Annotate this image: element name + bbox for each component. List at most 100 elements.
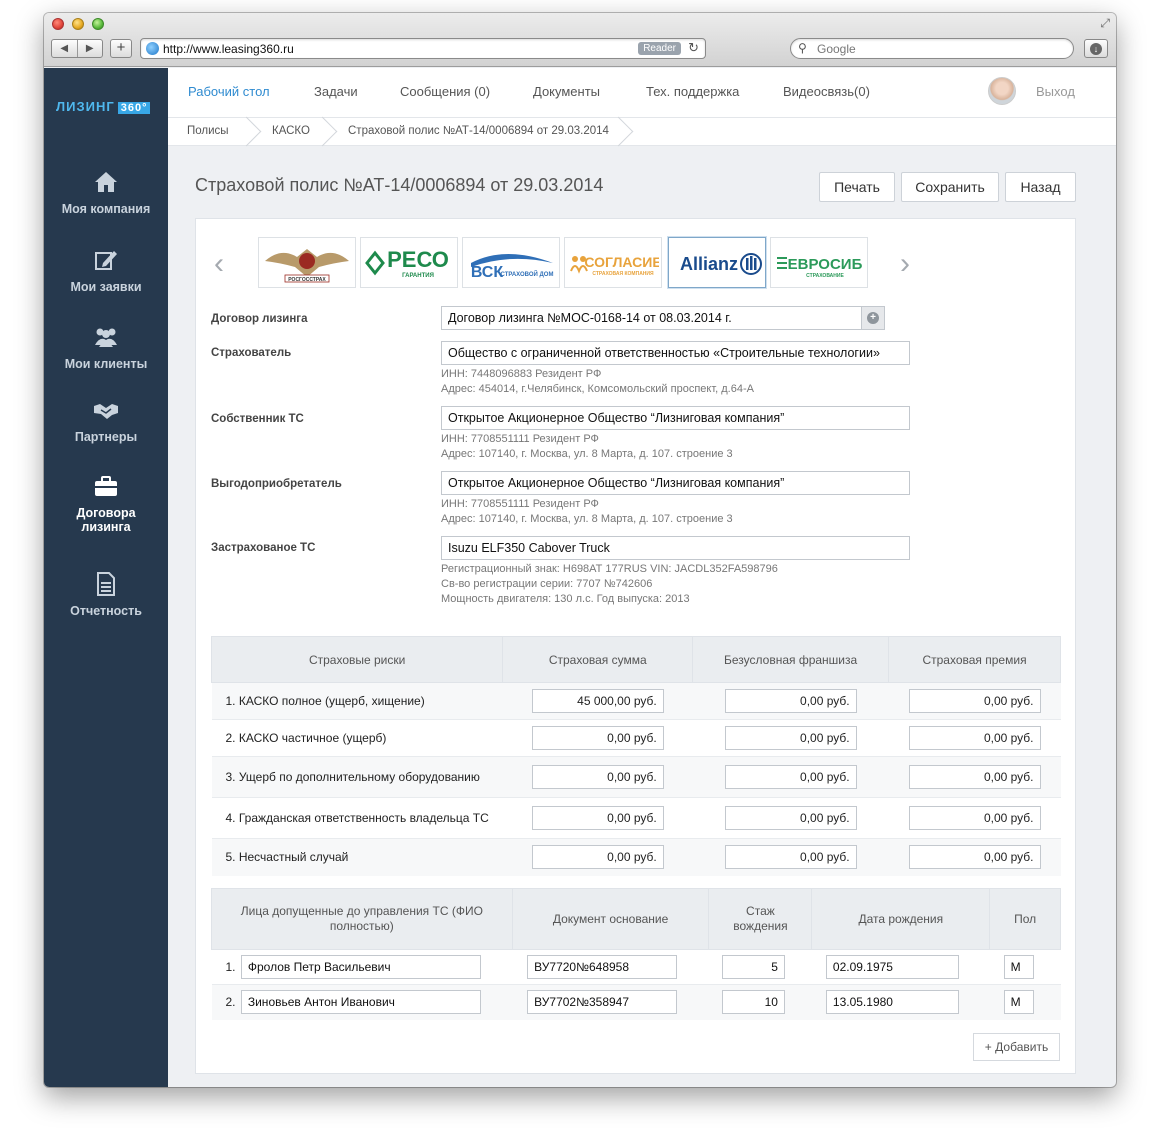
edit-icon — [95, 251, 117, 270]
sum-input[interactable]: 45 000,00 руб. — [531, 689, 664, 713]
sidebar-item-my-clients[interactable]: Мои клиенты — [44, 325, 168, 371]
nav-tasks[interactable]: Задачи — [314, 84, 358, 99]
fullscreen-icon[interactable]: ⤢ — [1100, 16, 1110, 31]
nav-support[interactable]: Тех. поддержка — [646, 84, 739, 99]
premium-input[interactable]: 0,00 руб. — [908, 845, 1041, 870]
lease-contract-field[interactable]: Договор лизинга №МОС-0168-14 от 08.03.20… — [441, 306, 862, 330]
allianz-logo-icon: Allianz — [680, 252, 762, 275]
svg-text:ВСК: ВСК — [471, 264, 504, 281]
sum-input[interactable]: 0,00 руб. — [531, 845, 664, 870]
nav-messages[interactable]: Сообщения (0) — [400, 84, 490, 99]
sidebar-item-reports[interactable]: Отчетность — [44, 572, 168, 618]
insurer-logo-soglasie[interactable]: СОГЛАСИЕ СТРАХОВАЯ КОМПАНИЯ — [564, 237, 662, 288]
sex-input[interactable]: М — [1003, 990, 1034, 1015]
vehicle-owner-field[interactable]: Открытое Акционерное Общество “Лизнигова… — [441, 406, 910, 430]
risks-table: Страховые риски Страховая сумма Безуслов… — [210, 636, 1061, 876]
sum-input[interactable]: 0,00 руб. — [531, 765, 664, 789]
forward-arrow-icon[interactable]: ▶ — [76, 40, 103, 57]
sidebar-item-my-company[interactable]: Моя компания — [44, 170, 168, 216]
address-bar[interactable]: http://www.leasing360.ru Reader ↻ — [140, 38, 706, 59]
beneficiary-label: Выгодоприобретатель — [211, 478, 342, 490]
new-tab-button[interactable]: + — [110, 39, 132, 58]
table-row: 5. Несчастный случай 0,00 руб. 0,00 руб.… — [211, 838, 1061, 876]
premium-input[interactable]: 0,00 руб. — [908, 765, 1041, 789]
insurer-field[interactable]: Общество с ограниченной ответственностью… — [441, 341, 910, 365]
brand-badge: 360° — [117, 102, 151, 114]
premium-input[interactable]: 0,00 руб. — [908, 806, 1041, 830]
add-driver-button[interactable]: + Добавить — [973, 1033, 1060, 1061]
birth-date-input[interactable]: 13.05.1980 — [825, 990, 959, 1015]
birth-date-input[interactable]: 02.09.1975 — [825, 955, 959, 979]
download-icon: ↓ — [1090, 43, 1102, 55]
downloads-button[interactable]: ↓ — [1084, 39, 1108, 58]
vehicle-owner-inn: ИНН: 7708551111 Резидент РФ — [441, 433, 599, 445]
save-button[interactable]: Сохранить — [901, 172, 999, 202]
url-text[interactable]: http://www.leasing360.ru — [163, 42, 294, 56]
sum-input[interactable]: 0,00 руб. — [531, 806, 664, 830]
deductible-input[interactable]: 0,00 руб. — [724, 689, 857, 713]
avatar[interactable] — [988, 77, 1016, 105]
beneficiary-address: Адрес: 107140, г. Москва, ул. 8 Марта, д… — [441, 513, 733, 525]
insurer-logo-allianz[interactable]: Allianz — [668, 237, 766, 288]
document-input[interactable]: ВУ7720№648958 — [527, 955, 678, 979]
top-navigation: Рабочий стол Задачи Сообщения (0) Докуме… — [168, 68, 1116, 118]
beneficiary-inn: ИНН: 7708551111 Резидент РФ — [441, 498, 599, 510]
sum-input[interactable]: 0,00 руб. — [531, 726, 664, 750]
driver-name-input[interactable]: Зиновьев Антон Иванович — [240, 990, 481, 1015]
insurer-logo-reso[interactable]: РЕСО ГАРАНТИЯ — [360, 237, 458, 288]
experience-input[interactable]: 10 — [721, 990, 785, 1015]
beneficiary-field[interactable]: Открытое Акционерное Общество “Лизнигова… — [441, 471, 910, 495]
sidebar-item-my-requests[interactable]: Мои заявки — [44, 248, 168, 294]
sex-input[interactable]: М — [1003, 955, 1034, 979]
insurer-logo-evrosib[interactable]: ЕВРОСИБ СТРАХОВАНИЕ — [770, 237, 868, 288]
sidebar-item-label: Отчетность — [70, 604, 142, 618]
sidebar-item-label: Партнеры — [74, 430, 138, 444]
zoom-window-button[interactable] — [92, 18, 104, 30]
soglasie-logo-icon: СОГЛАСИЕ СТРАХОВАЯ КОМПАНИЯ — [570, 254, 659, 277]
breadcrumb-policies[interactable]: Полисы — [187, 125, 229, 137]
premium-input[interactable]: 0,00 руб. — [908, 726, 1041, 750]
insurer-logo-vsk[interactable]: ВСК СТРАХОВОЙ ДОМ — [462, 237, 560, 288]
risk-name: 3. Ущерб по дополнительному оборудованию — [211, 756, 503, 798]
app-logo[interactable]: ЛИЗИНГ 360° — [56, 99, 151, 114]
reload-icon[interactable]: ↻ — [688, 40, 699, 56]
nav-dashboard[interactable]: Рабочий стол — [188, 84, 270, 99]
add-driver-label: Добавить — [995, 1040, 1049, 1054]
deductible-input[interactable]: 0,00 руб. — [724, 726, 857, 750]
row-number: 2. — [225, 995, 236, 1010]
carousel-prev-icon[interactable]: ‹ — [214, 249, 224, 279]
premium-input[interactable]: 0,00 руб. — [908, 689, 1041, 713]
insured-vehicle-field[interactable]: Isuzu ELF350 Cabover Truck — [441, 536, 910, 560]
back-arrow-icon[interactable]: ◀ — [52, 40, 77, 57]
add-lease-button[interactable]: + — [861, 306, 885, 330]
close-window-button[interactable] — [52, 18, 64, 30]
svg-text:СТРАХОВОЙ ДОМ: СТРАХОВОЙ ДОМ — [501, 270, 554, 278]
logout-link[interactable]: Выход — [1036, 84, 1075, 99]
print-button[interactable]: Печать — [819, 172, 895, 202]
experience-input[interactable]: 5 — [721, 955, 785, 979]
sidebar-item-label: Договора лизинга — [76, 506, 136, 534]
search-input[interactable]: ⚲ Google — [790, 38, 1074, 59]
document-input[interactable]: ВУ7702№358947 — [527, 990, 678, 1015]
breadcrumb-kasko[interactable]: КАСКО — [272, 125, 310, 137]
deductible-input[interactable]: 0,00 руб. — [724, 806, 857, 830]
breadcrumb-current: Страховой полис №АТ-14/0006894 от 29.03.… — [348, 125, 609, 137]
insurer-logo-rosgosstrakh[interactable]: РОСГОССТРАХ — [258, 237, 356, 288]
back-button[interactable]: Назад — [1005, 172, 1076, 202]
sidebar-item-lease-contracts[interactable]: Договора лизинга — [44, 474, 168, 534]
insured-vehicle-label: Застрахованое ТС — [211, 542, 316, 554]
deductible-input[interactable]: 0,00 руб. — [724, 845, 857, 870]
sidebar-item-label: Мои клиенты — [64, 357, 148, 371]
nav-documents[interactable]: Документы — [533, 84, 600, 99]
carousel-next-icon[interactable]: › — [900, 249, 910, 279]
reader-button[interactable]: Reader — [638, 42, 681, 55]
vehicle-owner-label: Собственник ТС — [211, 413, 304, 425]
driver-name-input[interactable]: Фролов Петр Васильевич — [240, 955, 481, 979]
deductible-input[interactable]: 0,00 руб. — [724, 765, 857, 789]
nav-video-call[interactable]: Видеосвязь(0) — [783, 84, 870, 99]
users-icon — [95, 328, 117, 347]
briefcase-icon — [95, 476, 117, 496]
minimize-window-button[interactable] — [72, 18, 84, 30]
sidebar-item-partners[interactable]: Партнеры — [44, 398, 168, 444]
rosgosstrakh-logo-icon: РОСГОССТРАХ — [265, 248, 349, 283]
